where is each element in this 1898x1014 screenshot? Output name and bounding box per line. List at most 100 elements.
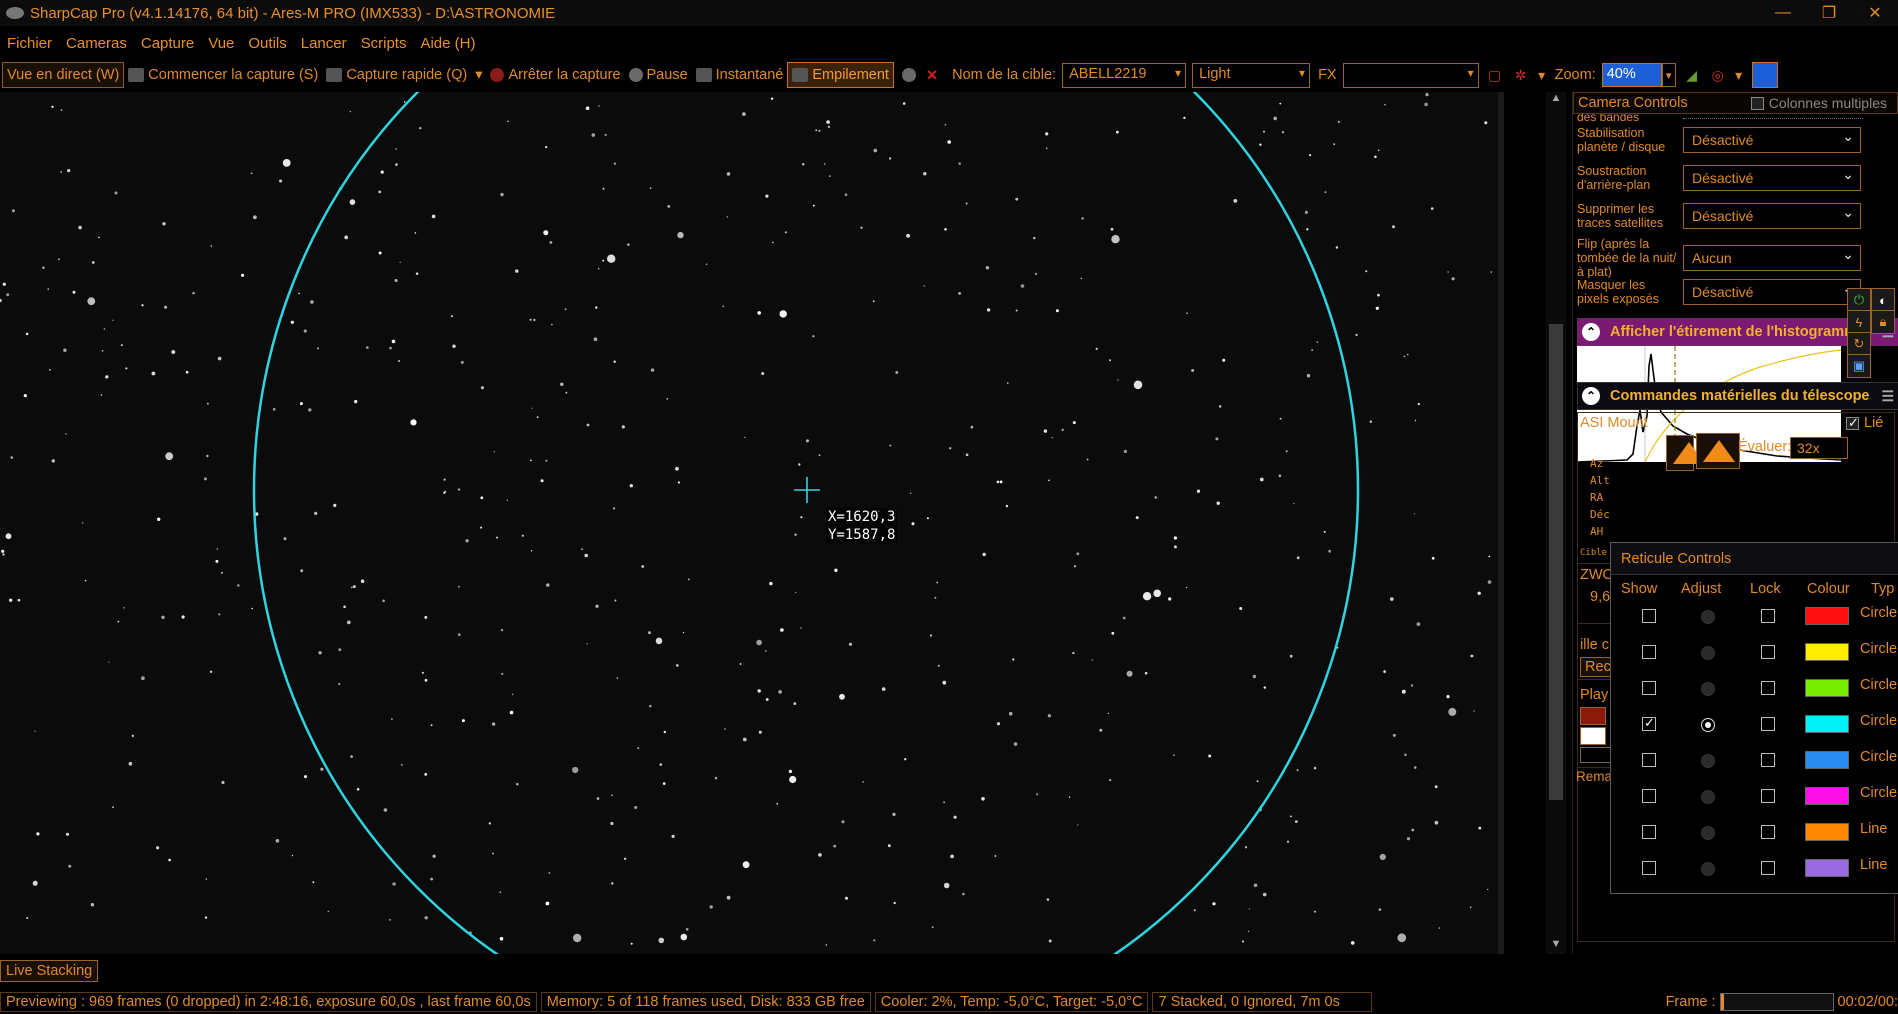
splitter[interactable] bbox=[1498, 92, 1504, 954]
live-stacking-tab[interactable]: Live Stacking bbox=[0, 960, 99, 982]
panel-scrollbar[interactable]: ▲ ▼ bbox=[1546, 92, 1566, 954]
reticule-type[interactable]: Circle bbox=[1860, 713, 1897, 729]
reticule-type[interactable]: Line bbox=[1860, 821, 1887, 837]
close-icon[interactable]: ✕ bbox=[1852, 0, 1898, 26]
stop-button[interactable] bbox=[1580, 727, 1606, 745]
pin-icon[interactable] bbox=[1751, 62, 1778, 88]
nudge-left-icon[interactable] bbox=[1666, 435, 1705, 471]
reticule-type[interactable]: Circle bbox=[1860, 677, 1897, 693]
zoom-dropdown-icon[interactable]: ▾ bbox=[1661, 63, 1676, 87]
param-select[interactable]: Désactivé bbox=[1683, 127, 1861, 153]
reticule-type[interactable]: Circle bbox=[1860, 749, 1897, 765]
reticule-lock-checkbox[interactable] bbox=[1761, 825, 1775, 839]
reticule-show-checkbox[interactable] bbox=[1642, 645, 1656, 659]
record-button[interactable] bbox=[1580, 707, 1606, 725]
reticule-lock-checkbox[interactable] bbox=[1761, 753, 1775, 767]
reticule-show-checkbox[interactable] bbox=[1642, 681, 1656, 695]
chevron-down-icon[interactable]: ▾ bbox=[475, 67, 482, 83]
darkframe-icon[interactable] bbox=[901, 68, 916, 82]
multi-columns-checkbox[interactable] bbox=[1750, 96, 1764, 110]
reticule-colour-swatch[interactable] bbox=[1805, 679, 1849, 697]
restore-icon[interactable]: ❐ bbox=[1806, 0, 1852, 26]
minimize-icon[interactable]: — bbox=[1760, 0, 1806, 26]
zoom-input[interactable]: 40% bbox=[1601, 63, 1662, 87]
snapshot-button[interactable]: Instantané bbox=[692, 62, 788, 88]
telescope-section-header[interactable]: ⌃ Commandes matérielles du télescope ☰ bbox=[1577, 382, 1898, 410]
reticule-show-checkbox[interactable] bbox=[1642, 715, 1656, 731]
live-view-button[interactable]: Vue en direct (W) bbox=[2, 62, 125, 88]
target-name-select[interactable]: ABELL2219 bbox=[1062, 62, 1187, 88]
collapse-icon[interactable]: ⌃ bbox=[1582, 323, 1600, 341]
scroll-down-icon[interactable]: ▼ bbox=[1546, 938, 1566, 954]
reticule-adjust-radio[interactable] bbox=[1701, 682, 1715, 696]
fx-select[interactable] bbox=[1342, 62, 1479, 88]
slider-track[interactable] bbox=[1683, 118, 1863, 122]
quick-capture-button[interactable]: Capture rapide (Q) ▾ bbox=[322, 62, 486, 88]
menu-icon[interactable]: ☰ bbox=[1881, 388, 1894, 405]
reset-icon[interactable]: ↻ bbox=[1847, 332, 1871, 356]
reticule-lock-checkbox[interactable] bbox=[1761, 789, 1775, 803]
lock-icon[interactable]: 🔒︎ bbox=[1871, 310, 1895, 334]
pause-button[interactable]: Pause bbox=[625, 62, 692, 88]
menu-outils[interactable]: Outils bbox=[241, 35, 293, 52]
start-capture-button[interactable]: Commencer la capture (S) bbox=[124, 62, 322, 88]
reticule-adjust-radio[interactable] bbox=[1701, 718, 1715, 732]
save-icon[interactable]: ▣ bbox=[1847, 354, 1871, 378]
multi-columns-toggle[interactable]: Colonnes multiples bbox=[1750, 95, 1887, 111]
param-select[interactable]: Désactivé bbox=[1683, 203, 1861, 229]
stop-capture-button[interactable]: Arrêter la capture bbox=[486, 62, 624, 88]
reticule-colour-swatch[interactable] bbox=[1805, 607, 1849, 625]
reticule-colour-swatch[interactable] bbox=[1805, 823, 1849, 841]
select-area-icon[interactable]: ▢ bbox=[1485, 64, 1505, 86]
chevron-down-icon[interactable]: ▾ bbox=[1734, 64, 1744, 86]
chevron-down-icon[interactable]: ▾ bbox=[1537, 64, 1547, 86]
reticule-adjust-radio[interactable] bbox=[1701, 826, 1715, 840]
no-calibration-icon[interactable]: ✕ bbox=[926, 68, 938, 84]
menu-lancer[interactable]: Lancer bbox=[294, 35, 354, 52]
stacking-button[interactable]: Empilement bbox=[787, 62, 894, 88]
lightning-icon[interactable]: ϟ bbox=[1847, 310, 1871, 334]
reticule-adjust-radio[interactable] bbox=[1701, 754, 1715, 768]
reticule-colour-swatch[interactable] bbox=[1805, 643, 1849, 661]
reticule-colour-swatch[interactable] bbox=[1805, 751, 1849, 769]
reticule-type[interactable]: Circle bbox=[1860, 641, 1897, 657]
reticule-adjust-radio[interactable] bbox=[1701, 790, 1715, 804]
reticule-colour-swatch[interactable] bbox=[1805, 715, 1849, 733]
frame-type-select[interactable]: Light bbox=[1192, 62, 1311, 88]
reticule-show-checkbox[interactable] bbox=[1642, 825, 1656, 839]
focus-assist-icon[interactable]: ✲ bbox=[1511, 64, 1531, 86]
menu-aide[interactable]: Aide (H) bbox=[413, 35, 482, 52]
histogram-icon[interactable]: ◢ bbox=[1682, 64, 1702, 86]
reticule-lock-checkbox[interactable] bbox=[1761, 717, 1775, 731]
reticule-colour-swatch[interactable] bbox=[1805, 787, 1849, 805]
nudge-up-icon[interactable] bbox=[1696, 433, 1740, 469]
image-viewport[interactable]: X=1620,3 Y=1587,8 bbox=[0, 92, 1498, 954]
reticule-adjust-radio[interactable] bbox=[1701, 862, 1715, 876]
power-icon[interactable]: ⏻ bbox=[1847, 288, 1871, 312]
menu-capture[interactable]: Capture bbox=[134, 35, 201, 52]
reticule-lock-checkbox[interactable] bbox=[1761, 681, 1775, 695]
menu-scripts[interactable]: Scripts bbox=[354, 35, 414, 52]
reticule-lock-checkbox[interactable] bbox=[1761, 861, 1775, 875]
contrast-icon[interactable]: ◐ bbox=[1871, 288, 1895, 312]
param-select[interactable]: Désactivé bbox=[1683, 279, 1861, 305]
menu-fichier[interactable]: Fichier bbox=[0, 35, 59, 52]
reticule-type[interactable]: Line bbox=[1860, 857, 1887, 873]
reticule-show-checkbox[interactable] bbox=[1642, 861, 1656, 875]
collapse-icon[interactable]: ⌃ bbox=[1582, 387, 1600, 405]
reticule-lock-checkbox[interactable] bbox=[1761, 609, 1775, 623]
param-select[interactable]: Aucun bbox=[1683, 245, 1861, 271]
reticule-type[interactable]: Circle bbox=[1860, 785, 1897, 801]
linked-toggle[interactable]: Lié bbox=[1846, 415, 1883, 431]
reticule-show-checkbox[interactable] bbox=[1642, 789, 1656, 803]
scroll-up-icon[interactable]: ▲ bbox=[1546, 92, 1566, 108]
evaluate-select[interactable]: 32x bbox=[1790, 437, 1848, 459]
reticule-adjust-radio[interactable] bbox=[1701, 610, 1715, 624]
menu-vue[interactable]: Vue bbox=[201, 35, 241, 52]
reticule-lock-checkbox[interactable] bbox=[1761, 645, 1775, 659]
param-select[interactable]: Désactivé bbox=[1683, 165, 1861, 191]
menu-cameras[interactable]: Cameras bbox=[59, 35, 134, 52]
linked-checkbox[interactable] bbox=[1846, 415, 1859, 431]
reticule-show-checkbox[interactable] bbox=[1642, 753, 1656, 767]
reticule-show-checkbox[interactable] bbox=[1642, 609, 1656, 623]
